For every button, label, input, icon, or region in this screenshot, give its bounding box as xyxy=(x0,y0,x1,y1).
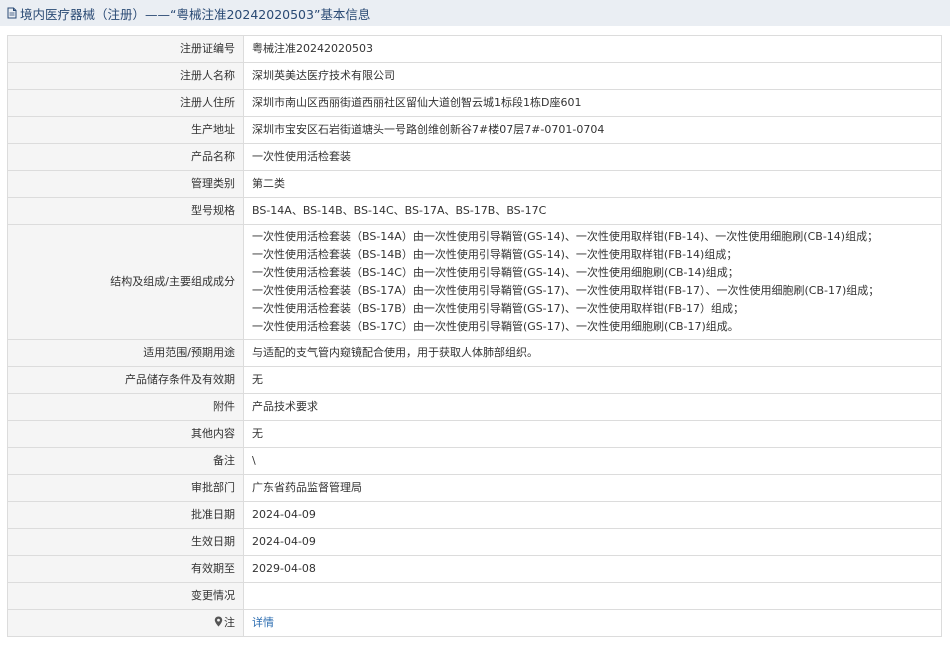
details-link[interactable]: 详情 xyxy=(252,616,274,629)
production-address: 深圳市宝安区石岩街道塘头一号路创维创新谷7#楼07层7#-0701-0704 xyxy=(243,116,942,144)
table-row: 其他内容 无 xyxy=(7,420,942,448)
row-label: 审批部门 xyxy=(7,474,244,502)
row-label: 注册人住所 xyxy=(7,89,244,117)
map-pin-icon xyxy=(214,615,223,627)
table-row: 注 详情 xyxy=(7,609,942,637)
table-row: 变更情况 xyxy=(7,582,942,610)
structure-composition: 一次性使用活检套装（BS-14A）由一次性使用引导鞘管(GS-14)、一次性使用… xyxy=(243,224,942,340)
remark-value: \ xyxy=(243,447,942,475)
intended-use: 与适配的支气管内窥镜配合使用，用于获取人体肺部组织。 xyxy=(243,339,942,367)
table-row: 附件 产品技术要求 xyxy=(7,393,942,421)
row-label: 其他内容 xyxy=(7,420,244,448)
approval-date: 2024-04-09 xyxy=(243,501,942,529)
row-label: 产品名称 xyxy=(7,143,244,171)
management-category: 第二类 xyxy=(243,170,942,198)
table-row: 结构及组成/主要组成成分 一次性使用活检套装（BS-14A）由一次性使用引导鞘管… xyxy=(7,224,942,340)
structure-line: 一次性使用活检套装（BS-17A）由一次性使用引导鞘管(GS-17)、一次性使用… xyxy=(252,284,880,297)
table-row: 生效日期 2024-04-09 xyxy=(7,528,942,556)
table-row: 有效期至 2029-04-08 xyxy=(7,555,942,583)
registration-number: 粤械注准20242020503 xyxy=(243,35,942,63)
model-spec: BS-14A、BS-14B、BS-14C、BS-17A、BS-17B、BS-17… xyxy=(243,197,942,225)
effective-date: 2024-04-09 xyxy=(243,528,942,556)
table-row: 适用范围/预期用途 与适配的支气管内窥镜配合使用，用于获取人体肺部组织。 xyxy=(7,339,942,367)
row-label: 注 xyxy=(224,616,235,629)
row-label: 注册证编号 xyxy=(7,35,244,63)
registrant-name: 深圳英美达医疗技术有限公司 xyxy=(243,62,942,90)
table-row: 产品储存条件及有效期 无 xyxy=(7,366,942,394)
row-label: 附件 xyxy=(7,393,244,421)
row-label: 型号规格 xyxy=(7,197,244,225)
table-row: 生产地址 深圳市宝安区石岩街道塘头一号路创维创新谷7#楼07层7#-0701-0… xyxy=(7,116,942,144)
table-row: 批准日期 2024-04-09 xyxy=(7,501,942,529)
note-label-cell: 注 xyxy=(7,609,244,637)
structure-line: 一次性使用活检套装（BS-17B）由一次性使用引导鞘管(GS-17)、一次性使用… xyxy=(252,302,745,315)
structure-line: 一次性使用活检套装（BS-14C）由一次性使用引导鞘管(GS-14)、一次性使用… xyxy=(252,266,739,279)
row-label: 生效日期 xyxy=(7,528,244,556)
structure-line: 一次性使用活检套装（BS-17C）由一次性使用引导鞘管(GS-17)、一次性使用… xyxy=(252,320,739,333)
change-history xyxy=(243,582,942,610)
table-row: 产品名称 一次性使用活检套装 xyxy=(7,143,942,171)
expiry-date: 2029-04-08 xyxy=(243,555,942,583)
page-title: 境内医疗器械（注册）——“粤械注准20242020503”基本信息 xyxy=(20,6,371,22)
row-label: 适用范围/预期用途 xyxy=(7,339,244,367)
row-label: 备注 xyxy=(7,447,244,475)
info-table-container: 注册证编号 粤械注准20242020503 注册人名称 深圳英美达医疗技术有限公… xyxy=(0,26,950,637)
row-label: 管理类别 xyxy=(7,170,244,198)
storage-conditions: 无 xyxy=(243,366,942,394)
structure-line: 一次性使用活检套装（BS-14A）由一次性使用引导鞘管(GS-14)、一次性使用… xyxy=(252,230,879,243)
page-header: 境内医疗器械（注册）——“粤械注准20242020503”基本信息 xyxy=(0,0,950,26)
row-label: 注册人名称 xyxy=(7,62,244,90)
row-label: 有效期至 xyxy=(7,555,244,583)
other-content: 无 xyxy=(243,420,942,448)
row-label: 变更情况 xyxy=(7,582,244,610)
document-icon xyxy=(6,7,18,19)
note-value-cell: 详情 xyxy=(243,609,942,637)
table-row: 审批部门 广东省药品监督管理局 xyxy=(7,474,942,502)
approval-department: 广东省药品监督管理局 xyxy=(243,474,942,502)
product-name: 一次性使用活检套装 xyxy=(243,143,942,171)
info-table: 注册证编号 粤械注准20242020503 注册人名称 深圳英美达医疗技术有限公… xyxy=(7,35,942,637)
attachment-value: 产品技术要求 xyxy=(243,393,942,421)
row-label: 批准日期 xyxy=(7,501,244,529)
row-label: 结构及组成/主要组成成分 xyxy=(7,224,244,340)
row-label: 产品储存条件及有效期 xyxy=(7,366,244,394)
table-row: 注册证编号 粤械注准20242020503 xyxy=(7,35,942,63)
table-row: 备注 \ xyxy=(7,447,942,475)
table-row: 注册人名称 深圳英美达医疗技术有限公司 xyxy=(7,62,942,90)
table-row: 型号规格 BS-14A、BS-14B、BS-14C、BS-17A、BS-17B、… xyxy=(7,197,942,225)
table-row: 管理类别 第二类 xyxy=(7,170,942,198)
row-label: 生产地址 xyxy=(7,116,244,144)
structure-line: 一次性使用活检套装（BS-14B）由一次性使用引导鞘管(GS-14)、一次性使用… xyxy=(252,248,738,261)
table-row: 注册人住所 深圳市南山区西丽街道西丽社区留仙大道创智云城1标段1栋D座601 xyxy=(7,89,942,117)
registrant-address: 深圳市南山区西丽街道西丽社区留仙大道创智云城1标段1栋D座601 xyxy=(243,89,942,117)
